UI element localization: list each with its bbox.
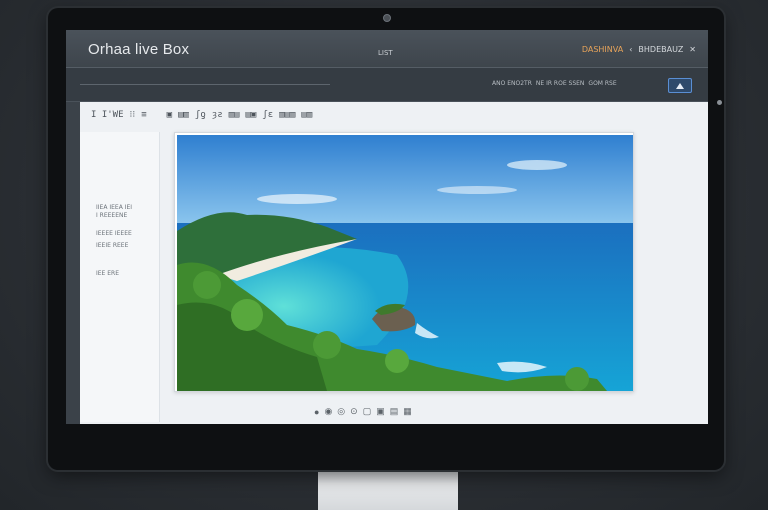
record-icon[interactable]: ◎ [337,406,345,417]
crop-icon[interactable]: ▣ [376,406,385,417]
toolbar-item[interactable]: ʃƍ [194,110,207,120]
timer-icon[interactable]: ⊙ [350,406,358,417]
monitor-stand [318,466,458,510]
profile-label[interactable]: BHDEBAUZ [638,45,683,54]
app-title: Orhaa live Box [88,41,190,58]
layers-icon[interactable]: ▤ [390,406,399,417]
toolbar-item[interactable]: ▤▣ [244,110,257,120]
viewer-controls: ● ◉ ◎ ⊙ ▢ ▣ ▤ ▦ [314,406,412,417]
image-viewer[interactable] [174,132,634,392]
grid-icon[interactable]: ▦ [403,406,412,417]
subbar-link[interactable]: NE IR ROE SSEN [536,80,585,87]
upload-button[interactable] [668,78,692,93]
beach-landscape-image [177,135,633,391]
toolbar-item[interactable]: ▤▥ [177,110,190,120]
sidebar: IIEA IEEA IEI I REEEENE IEEEE IEEEE IEEI… [80,132,160,422]
power-indicator-icon [717,100,722,105]
title-right-controls: DASHINVA ‹ BHDEBAUZ ✕ [582,45,696,54]
edit-toolbar: I I'WE ⁝⁝ ≡ ▣ ▤▥ ʃƍ ȝƨ ▥▤ ▤▣ ʃɛ ▥▤▥ ▤▥ [90,110,313,120]
upload-icon [676,82,684,89]
toolbar-item[interactable]: I I'WE [90,110,125,120]
toolbar-item[interactable]: ▥▤▥ [278,110,296,120]
close-icon[interactable]: ✕ [689,45,696,54]
sidebar-item[interactable]: IEEIE REEE [96,242,128,249]
screen: Orhaa live Box LIST DASHINVA ‹ BHDEBAUZ … [66,30,708,424]
subbar-links: ANO ENO2TR NE IR ROE SSEN GOM RSE [492,80,617,87]
title-bar: Orhaa live Box LIST DASHINVA ‹ BHDEBAUZ … [66,30,708,68]
frame-icon[interactable]: ▢ [363,406,372,417]
sidebar-item[interactable]: IIEA IEEA IEI [96,204,132,211]
sidebar-item[interactable]: I REEEENE [96,212,127,219]
toolbar-item[interactable]: ▥▤ [228,110,241,120]
sub-toolbar: ANO ENO2TR NE IR ROE SSEN GOM RSE [66,68,708,102]
subbar-divider [80,84,330,85]
webcam-icon [383,14,391,22]
toolbar-item[interactable]: ▤▥ [300,110,313,120]
account-label[interactable]: DASHINVA [582,45,623,54]
subbar-link[interactable]: GOM RSE [588,80,616,87]
menu-icon[interactable]: ≡ [140,110,147,120]
title-center-label: LIST [378,49,393,57]
sidebar-item[interactable]: IEE ERE [96,270,119,277]
camera-icon[interactable]: ◉ [324,406,332,417]
back-icon[interactable]: ‹ [629,45,632,54]
sidebar-item[interactable]: IEEEE IEEEE [96,230,132,237]
main-content: I I'WE ⁝⁝ ≡ ▣ ▤▥ ʃƍ ȝƨ ▥▤ ▤▣ ʃɛ ▥▤▥ ▤▥ I… [80,102,708,424]
toolbar-item[interactable]: ▣ [166,110,173,120]
toolbar-item[interactable]: ȝƨ [211,110,224,120]
toolbar-item[interactable]: ʃɛ [261,110,274,120]
toolbar-item[interactable]: ⁝⁝ [129,110,137,120]
subbar-link[interactable]: ANO ENO2TR [492,80,532,87]
prev-icon[interactable]: ● [314,407,319,417]
